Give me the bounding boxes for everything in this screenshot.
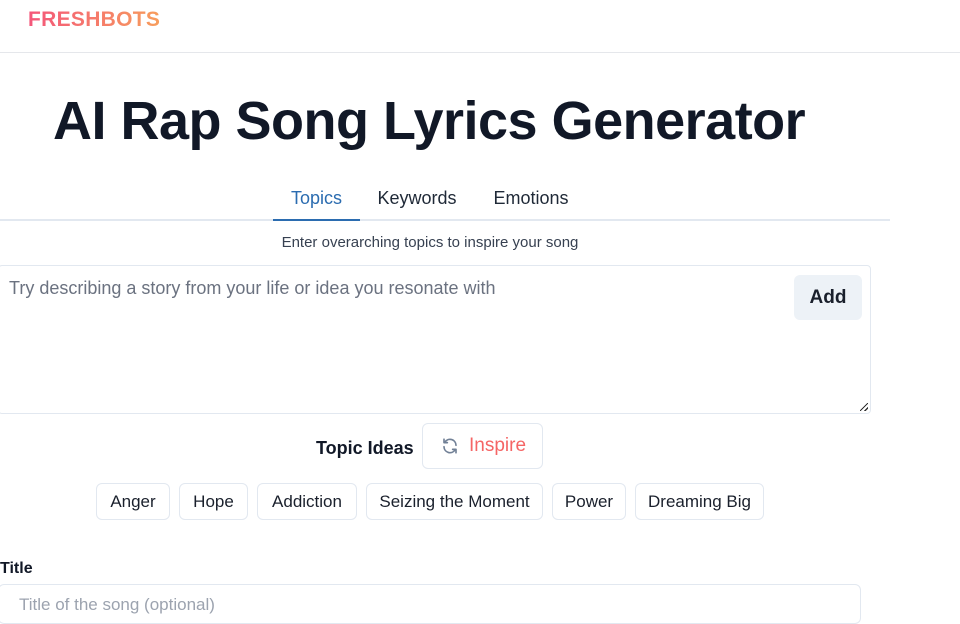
refresh-icon — [443, 438, 457, 454]
tab-emotions[interactable]: Emotions — [478, 178, 584, 221]
resize-grip-icon[interactable] — [860, 403, 868, 411]
title-input-placeholder: Title of the song (optional) — [19, 595, 215, 614]
top-navbar: FRESHBOTS — [0, 0, 960, 53]
inspire-button[interactable]: Inspire — [422, 423, 543, 469]
topic-chip-power[interactable]: Power — [552, 483, 626, 520]
inspire-label: Inspire — [469, 435, 527, 456]
page-title: AI Rap Song Lyrics Generator — [53, 91, 806, 151]
topic-chip-seizing-the-moment[interactable]: Seizing the Moment — [366, 483, 543, 520]
topic-chip-anger[interactable]: Anger — [96, 483, 170, 520]
topic-idea-chips: Anger Hope Addiction Seizing the Moment … — [0, 483, 960, 520]
tab-keywords[interactable]: Keywords — [365, 178, 469, 221]
topic-textarea-placeholder: Try describing a story from your life or… — [9, 278, 496, 298]
topic-textarea[interactable]: Try describing a story from your life or… — [0, 265, 871, 414]
title-input[interactable]: Title of the song (optional) — [0, 584, 861, 624]
topic-chip-hope[interactable]: Hope — [179, 483, 248, 520]
topic-chip-dreaming-big[interactable]: Dreaming Big — [635, 483, 764, 520]
topic-ideas-label: Topic Ideas — [316, 438, 414, 458]
topics-helper-text: Enter overarching topics to inspire your… — [281, 234, 579, 251]
topic-chip-addiction[interactable]: Addiction — [257, 483, 357, 520]
tab-list: Topics Keywords Emotions — [0, 178, 890, 221]
title-field-label: Title — [0, 560, 33, 577]
freshbots-logo[interactable]: FRESHBOTS — [28, 8, 160, 32]
tab-topics[interactable]: Topics — [273, 178, 360, 221]
add-topic-button[interactable]: Add — [794, 275, 862, 320]
